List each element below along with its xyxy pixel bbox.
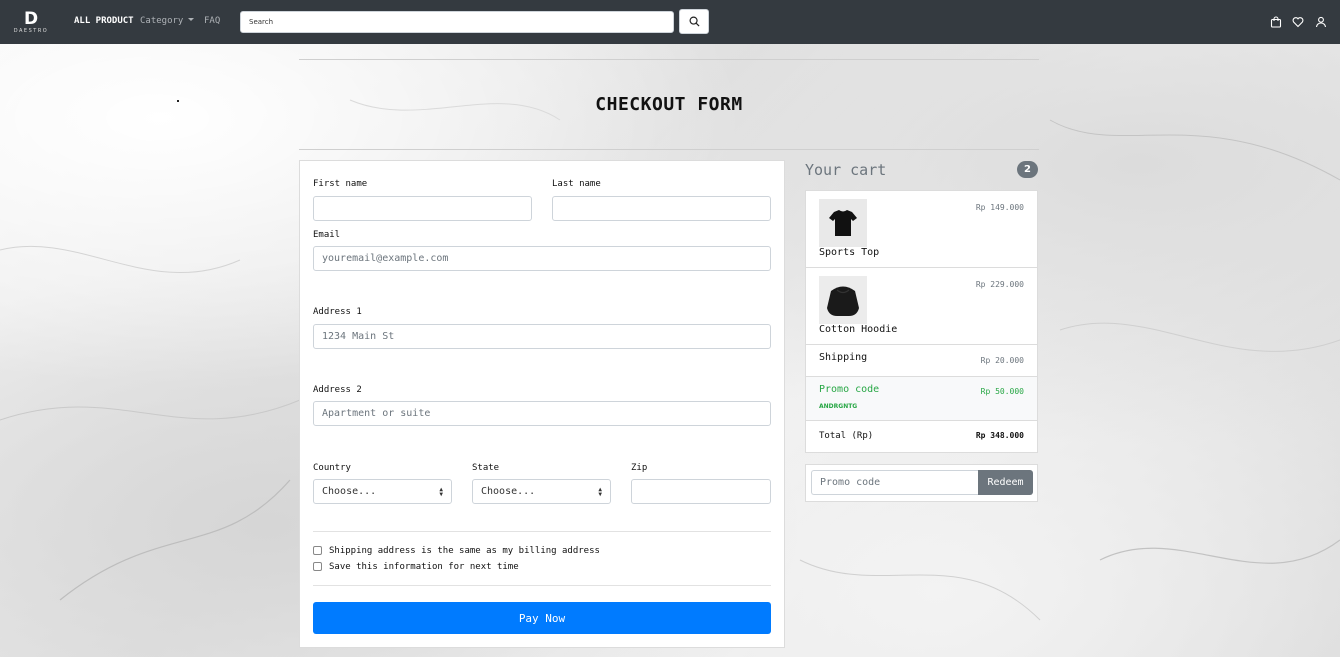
search-input[interactable] — [240, 11, 674, 33]
same-address-checkbox[interactable] — [313, 546, 322, 555]
nav-category-dropdown[interactable]: Category — [140, 16, 195, 26]
shopping-bag-icon[interactable] — [1270, 16, 1282, 28]
promo-discount: Rp 50.000 — [980, 387, 1024, 396]
cart-list: Rp 149.000 Sports Top Rp 229.000 Cotton … — [805, 190, 1038, 453]
chevron-down-icon — [188, 18, 195, 21]
cart-item: Rp 229.000 Cotton Hoodie — [806, 268, 1037, 345]
shipping-price: Rp 20.000 — [980, 356, 1024, 365]
save-info-label: Save this information for next time — [329, 562, 519, 572]
zip-label: Zip — [631, 463, 648, 473]
shipping-row: Shipping Rp 20.000 — [806, 345, 1037, 377]
promo-label: Promo code — [819, 384, 880, 395]
nav-all-product[interactable]: ALL PRODUCT — [74, 16, 134, 26]
state-select-value: Choose... — [481, 486, 536, 497]
select-arrows-icon: ▲ ▼ — [439, 486, 443, 498]
tshirt-icon — [819, 199, 867, 247]
hoodie-icon — [819, 276, 867, 324]
email-field[interactable] — [313, 246, 771, 271]
country-label: Country — [313, 463, 351, 473]
save-info-checkbox[interactable] — [313, 562, 322, 571]
country-select-value: Choose... — [322, 486, 377, 497]
top-divider — [299, 59, 1039, 60]
cart-item: Rp 149.000 Sports Top — [806, 191, 1037, 268]
total-price: Rp 348.000 — [975, 431, 1024, 440]
promo-code-input[interactable] — [811, 470, 979, 495]
address2-label: Address 2 — [313, 385, 362, 395]
state-select[interactable]: Choose... ▲ ▼ — [472, 479, 611, 504]
page-title: CHECKOUT FORM — [595, 94, 743, 115]
total-row: Total (Rp) Rp 348.000 — [806, 421, 1037, 452]
form-divider — [313, 585, 771, 586]
navbar: D DAESTRO ALL PRODUCT Category FAQ — [0, 0, 1340, 44]
cart-title: Your cart — [805, 161, 887, 179]
checkout-form: First name Last name Email Address 1 Add… — [299, 160, 785, 648]
item-price: Rp 149.000 — [975, 203, 1024, 212]
promo-form: Redeem — [805, 464, 1038, 502]
last-name-label: Last name — [552, 179, 601, 189]
same-address-label: Shipping address is the same as my billi… — [329, 546, 600, 556]
total-label: Total (Rp) — [819, 431, 874, 441]
form-divider — [313, 531, 771, 532]
item-price: Rp 229.000 — [975, 280, 1024, 289]
country-select[interactable]: Choose... ▲ ▼ — [313, 479, 452, 504]
first-name-label: First name — [313, 179, 368, 189]
brand-logo[interactable]: D DAESTRO — [8, 10, 54, 36]
item-name: Sports Top — [819, 247, 880, 258]
redeem-button[interactable]: Redeem — [978, 470, 1033, 495]
last-name-field[interactable] — [552, 196, 771, 221]
email-label: Email — [313, 230, 341, 240]
stray-dot — [177, 100, 179, 102]
search-button[interactable] — [679, 9, 709, 34]
select-arrows-icon: ▲ ▼ — [598, 486, 602, 498]
nav-category-label: Category — [140, 16, 184, 26]
shipping-label: Shipping — [819, 352, 868, 363]
product-thumbnail — [819, 199, 867, 247]
nav-faq[interactable]: FAQ — [204, 16, 220, 26]
user-icon[interactable] — [1315, 16, 1327, 28]
zip-field[interactable] — [631, 479, 771, 504]
cart-count-badge: 2 — [1017, 161, 1038, 178]
address1-label: Address 1 — [313, 307, 362, 317]
item-name: Cotton Hoodie — [819, 324, 898, 335]
search-icon — [689, 16, 700, 27]
state-label: State — [472, 463, 500, 473]
brand-word: DAESTRO — [13, 28, 49, 34]
heart-icon[interactable] — [1292, 16, 1304, 28]
title-divider — [299, 149, 1039, 150]
promo-row: Promo code ANDRGNTG Rp 50.000 — [806, 377, 1037, 421]
promo-code: ANDRGNTG — [819, 403, 858, 410]
address2-field[interactable] — [313, 401, 771, 426]
pay-now-button[interactable]: Pay Now — [313, 602, 771, 634]
address1-field[interactable] — [313, 324, 771, 349]
first-name-field[interactable] — [313, 196, 532, 221]
brand-mark: D — [23, 9, 39, 29]
product-thumbnail — [819, 276, 867, 324]
